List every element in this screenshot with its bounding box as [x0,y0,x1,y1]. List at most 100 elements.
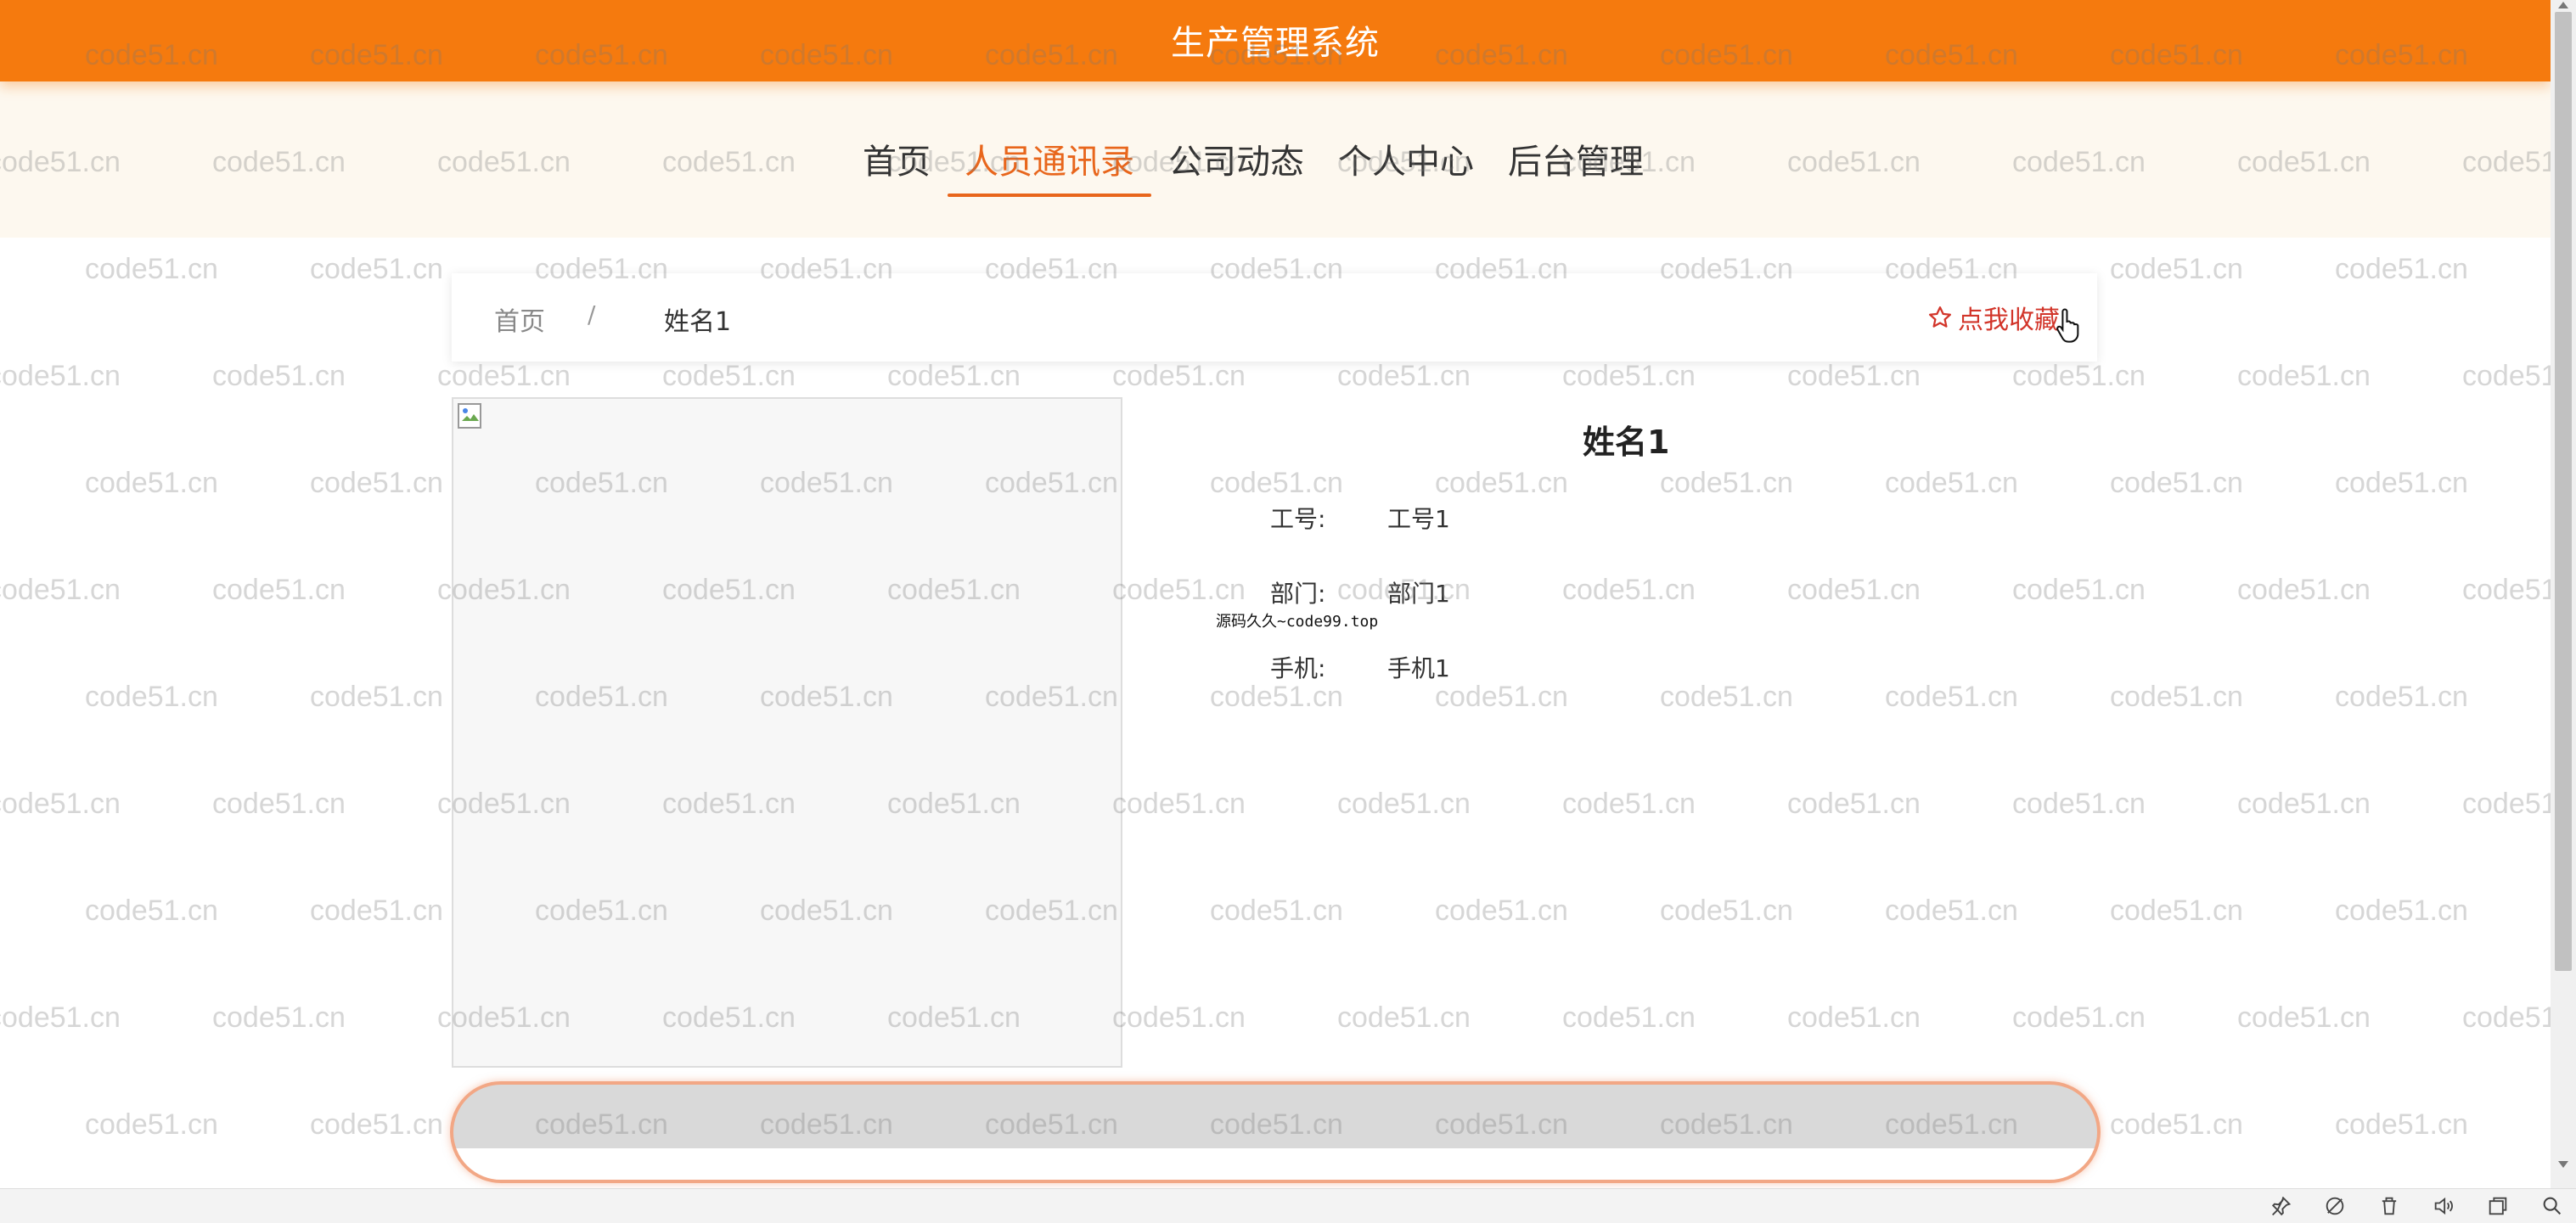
broken-image-icon [458,403,481,429]
department-value: 部门1 [1387,580,1450,608]
watermark-text: code51.cn [2462,574,2551,606]
nav-bar: 首页 人员通讯录 公司动态 个人中心 后台管理 [0,81,2551,238]
watermark-text: code51.cn [2237,1001,2371,1034]
breadcrumb-separator: / [588,300,596,328]
hand-cursor-icon [2056,308,2079,343]
watermark-text: code51.cn [2012,574,2146,606]
source-note: 源码久久~code99.top [1216,613,1379,631]
scroll-down-arrow-icon[interactable] [2558,1161,2568,1168]
watermark-text: code51.cn [437,360,571,392]
watermark-text: code51.cn [2462,788,2551,820]
employee-id-label: 工号: [1270,505,1326,533]
nav-item-profile[interactable]: 个人中心 [1321,134,1491,190]
watermark-text: code51.cn [85,895,218,927]
watermark-text: code51.cn [85,1108,218,1141]
watermark-text: code51.cn [85,681,218,713]
scrollbar-thumb[interactable] [2555,12,2572,971]
department-label: 部门: [1270,580,1326,608]
nav-item-contacts[interactable]: 人员通讯录 [948,134,1151,197]
watermark-text: code51.cn [2462,1001,2551,1034]
watermark-text: code51.cn [1337,360,1471,392]
watermark-text: code51.cn [1562,1001,1696,1034]
watermark-text: code51.cn [662,360,796,392]
watermark-text: code51.cn [2335,895,2468,927]
watermark-text: code51.cn [2462,360,2551,392]
nav-item-home[interactable]: 首页 [846,134,948,190]
watermark-text: code51.cn [212,788,346,820]
watermark-text: code51.cn [0,574,121,606]
star-outline-icon [1929,306,1951,328]
watermark-text: code51.cn [1435,895,1568,927]
watermark-text: code51.cn [1787,574,1921,606]
nav-menu: 首页 人员通讯录 公司动态 个人中心 后台管理 [846,134,1661,197]
watermark-text: code51.cn [2237,574,2371,606]
pin-icon[interactable] [2269,1194,2292,1218]
watermark-text: code51.cn [1660,681,1793,713]
watermark-text: code51.cn [310,1108,443,1141]
watermark-text: code51.cn [1337,1001,1471,1034]
watermark-text: code51.cn [1112,1001,1246,1034]
watermark-text: code51.cn [1787,360,1921,392]
watermark-text: code51.cn [1562,360,1696,392]
scroll-up-arrow-icon[interactable] [2558,2,2568,8]
system-toolbar [0,1188,2576,1223]
watermark-text: code51.cn [1435,467,1568,499]
watermark-text: code51.cn [2335,467,2468,499]
watermark-text: code51.cn [1435,681,1568,713]
nav-item-news[interactable]: 公司动态 [1151,134,1321,190]
watermark-text: code51.cn [1787,788,1921,820]
search-icon[interactable] [2540,1194,2564,1218]
watermark-text: code51.cn [1660,467,1793,499]
watermark-text: code51.cn [1885,681,2018,713]
person-name: 姓名1 [1583,424,1670,461]
watermark-text: code51.cn [2110,681,2243,713]
watermark-text: code51.cn [1112,574,1246,606]
bottom-banner [450,1081,2101,1183]
watermark-text: code51.cn [310,467,443,499]
watermark-text: code51.cn [2110,253,2243,285]
watermark-text: code51.cn [212,1001,346,1034]
favorite-button[interactable]: 点我收藏 [1927,299,2060,336]
watermark-text: code51.cn [0,360,121,392]
volume-icon[interactable] [2432,1194,2455,1218]
watermark-text: code51.cn [1337,788,1471,820]
window-icon[interactable] [2486,1194,2510,1218]
app-title: 生产管理系统 [1171,24,1380,63]
watermark-text: code51.cn [0,1001,121,1034]
no-sync-icon[interactable] [2323,1194,2347,1218]
watermark-text: code51.cn [1562,574,1696,606]
breadcrumb: 首页 / 姓名1 点我收藏 [452,273,2097,362]
breadcrumb-current: 姓名1 [664,307,732,337]
watermark-text: code51.cn [2237,360,2371,392]
watermark-text: code51.cn [2110,1108,2243,1141]
top-header: 生产管理系统 [0,0,2551,81]
vertical-scrollbar[interactable] [2551,0,2576,1188]
watermark-text: code51.cn [2012,360,2146,392]
watermark-text: code51.cn [2012,788,2146,820]
watermark-text: code51.cn [1112,360,1246,392]
watermark-text: code51.cn [887,360,1021,392]
watermark-text: code51.cn [85,253,218,285]
watermark-text: code51.cn [2110,895,2243,927]
watermark-text: code51.cn [1112,788,1246,820]
trash-icon[interactable] [2377,1194,2401,1218]
phone-label: 手机: [1270,654,1326,682]
breadcrumb-home-link[interactable]: 首页 [494,300,545,338]
watermark-text: code51.cn [212,360,346,392]
watermark-text: code51.cn [2110,467,2243,499]
watermark-text: code51.cn [1210,895,1343,927]
watermark-text: code51.cn [0,788,121,820]
watermark-text: code51.cn [2335,253,2468,285]
watermark-text: code51.cn [1210,681,1343,713]
watermark-text: code51.cn [1562,788,1696,820]
watermark-text: code51.cn [310,895,443,927]
watermark-text: code51.cn [2012,1001,2146,1034]
watermark-text: code51.cn [85,467,218,499]
employee-id-value: 工号1 [1387,505,1450,533]
watermark-text: code51.cn [1660,895,1793,927]
nav-item-admin[interactable]: 后台管理 [1491,134,1661,190]
watermark-text: code51.cn [1210,467,1343,499]
watermark-text: code51.cn [1885,467,2018,499]
watermark-text: code51.cn [1787,1001,1921,1034]
watermark-text: code51.cn [310,681,443,713]
